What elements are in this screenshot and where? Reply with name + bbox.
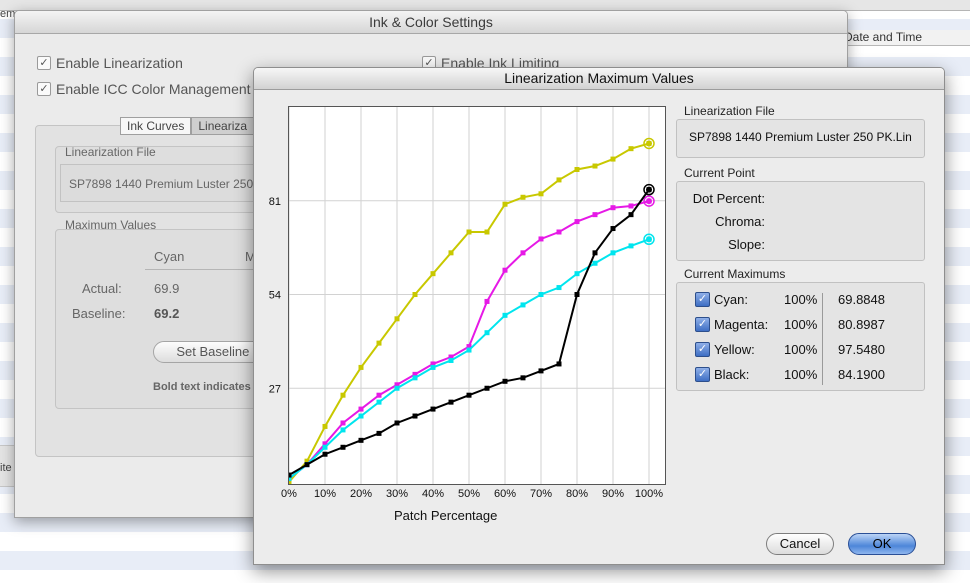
yellow-max-value: 97.5480 xyxy=(838,341,885,357)
x-tick-label: 40% xyxy=(422,488,444,500)
x-tick-label: 20% xyxy=(350,488,372,500)
yellow-checkbox[interactable]: ✓ xyxy=(695,341,710,357)
enable-icc-checkbox[interactable]: ✓ Enable ICC Color Management xyxy=(37,81,251,97)
max-row-magenta: ✓ Magenta: 100% 80.8987 xyxy=(695,314,885,334)
x-tick-label: 50% xyxy=(458,488,480,500)
chroma-label: Chroma: xyxy=(715,214,765,229)
black-max-value: 84.1900 xyxy=(838,366,885,382)
x-tick-label: 100% xyxy=(635,488,663,500)
yellow-name: Yellow: xyxy=(714,341,755,357)
dot-percent-label: Dot Percent: xyxy=(692,191,765,206)
y-tick-label: 27 xyxy=(269,383,281,395)
current-point-panel: Dot Percent: Chroma: Slope: xyxy=(676,181,925,261)
x-tick-label: 90% xyxy=(602,488,624,500)
actual-cyan-value: 69.9 xyxy=(154,281,180,296)
bold-text-note: Bold text indicates xyxy=(153,381,251,393)
dialog-linearization-file-label: Linearization File xyxy=(684,104,775,118)
checkmark-icon: ✓ xyxy=(37,82,51,96)
x-tick-label: 10% xyxy=(314,488,336,500)
x-tick-label: 70% xyxy=(530,488,552,500)
cyan-max-value: 69.8848 xyxy=(838,291,885,307)
tab-ink-curves[interactable]: Ink Curves xyxy=(120,117,192,135)
max-row-cyan: ✓ Cyan: 100% 69.8848 xyxy=(695,289,885,309)
y-tick-label: 81 xyxy=(269,196,281,208)
cancel-button[interactable]: Cancel xyxy=(766,533,834,555)
cyan-column-header: Cyan xyxy=(154,249,185,264)
linearization-file-name: SP7898 1440 Premium Luster 250 PK.Lin xyxy=(689,130,912,144)
ink-tab-bar: Ink Curves Lineariza xyxy=(120,117,255,135)
background-side-text: em xyxy=(0,8,16,20)
baseline-label: Baseline: xyxy=(72,306,126,321)
x-tick-label: 0% xyxy=(281,488,297,500)
x-axis-label: Patch Percentage xyxy=(394,508,498,523)
tab-linearization[interactable]: Lineariza xyxy=(191,117,255,135)
maximum-values-label: Maximum Values xyxy=(65,218,157,232)
checkmark-icon: ✓ xyxy=(37,56,51,70)
cyan-percent: 100% xyxy=(784,291,818,307)
x-tick-label: 30% xyxy=(386,488,408,500)
current-point-label: Current Point xyxy=(684,166,755,180)
date-time-column-header[interactable]: Date and Time xyxy=(840,30,970,46)
black-name: Black: xyxy=(714,366,750,382)
max-row-yellow: ✓ Yellow: 100% 97.5480 xyxy=(695,339,885,359)
enable-linearization-checkbox[interactable]: ✓ Enable Linearization xyxy=(37,55,183,71)
magenta-checkbox[interactable]: ✓ xyxy=(695,316,710,332)
linearization-max-values-dialog: Linearization Maximum Values 0% 10% 20% 30%… xyxy=(253,67,945,565)
magenta-name: Magenta: xyxy=(714,316,769,332)
x-tick-label: 60% xyxy=(494,488,516,500)
cyan-checkbox[interactable]: ✓ xyxy=(695,291,710,307)
yellow-percent: 100% xyxy=(784,341,818,357)
linearization-file-label: Linearization File xyxy=(65,145,156,159)
black-checkbox[interactable]: ✓ xyxy=(695,366,710,382)
magenta-max-value: 80.8987 xyxy=(838,316,885,332)
cyan-name: Cyan: xyxy=(714,291,748,307)
current-maximums-label: Current Maximums xyxy=(684,267,786,281)
ink-window-title: Ink & Color Settings xyxy=(15,11,847,34)
background-bottom-text: ite xyxy=(0,462,12,474)
enable-icc-label: Enable ICC Color Management xyxy=(56,81,251,97)
y-tick-label: 54 xyxy=(269,290,281,302)
enable-linearization-label: Enable Linearization xyxy=(56,55,183,71)
slope-label: Slope: xyxy=(728,237,765,252)
ok-button[interactable]: OK xyxy=(848,533,916,555)
linearization-file-panel: SP7898 1440 Premium Luster 250 PK.Lin xyxy=(676,119,925,158)
actual-label: Actual: xyxy=(82,281,122,296)
black-percent: 100% xyxy=(784,366,818,382)
max-row-black: ✓ Black: 100% 84.1900 xyxy=(695,364,885,384)
x-tick-label: 80% xyxy=(566,488,588,500)
magenta-percent: 100% xyxy=(784,316,818,332)
current-maximums-panel: ✓ Cyan: 100% 69.8848 ✓ Magenta: 100% 80.… xyxy=(676,282,925,391)
baseline-cyan-value: 69.2 xyxy=(154,306,180,321)
